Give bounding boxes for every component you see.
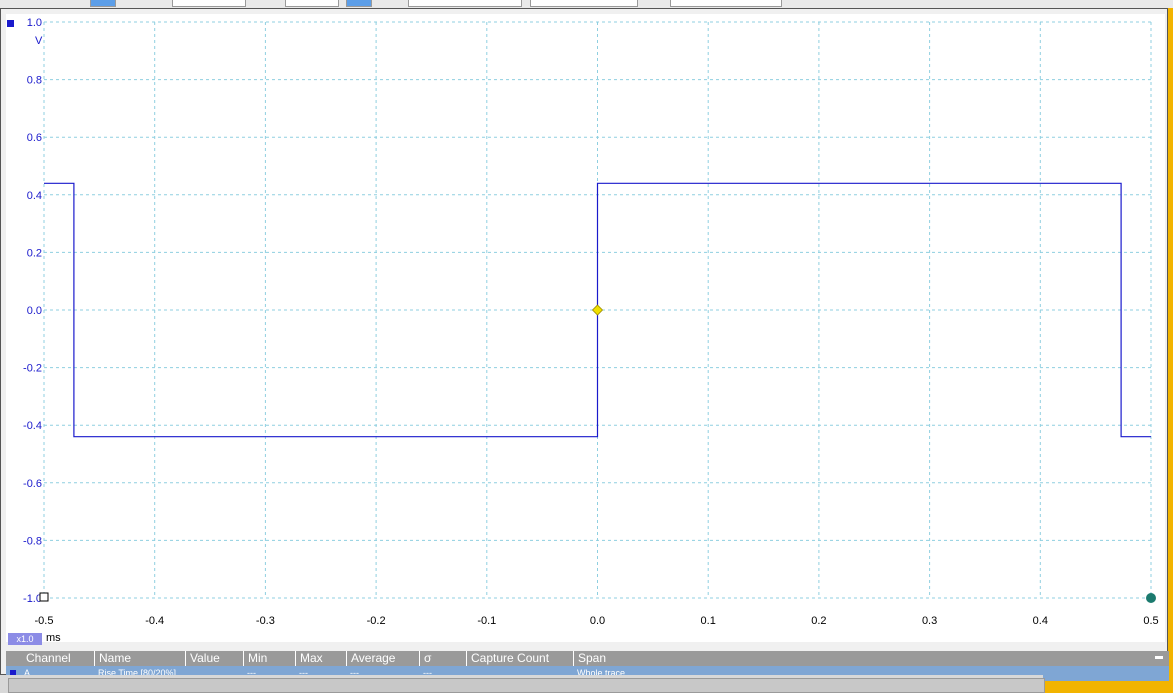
toolbar-field[interactable] bbox=[285, 0, 339, 7]
x-tick-label: -0.5 bbox=[35, 615, 54, 627]
x-tick-label: 0.1 bbox=[701, 615, 716, 627]
x-tick-label: -0.2 bbox=[367, 615, 386, 627]
y-tick-label: -1.0 bbox=[23, 593, 42, 605]
y-tick-label: -0.4 bbox=[23, 420, 42, 432]
zoom-badge[interactable]: x1.0 bbox=[8, 633, 42, 645]
x-tick-label: 0.4 bbox=[1033, 615, 1048, 627]
toolbar-button[interactable] bbox=[90, 0, 116, 7]
y-tick-label: -0.8 bbox=[23, 535, 42, 547]
col-name[interactable]: Name bbox=[94, 651, 185, 666]
x-tick-label: 0.3 bbox=[922, 615, 937, 627]
x-tick-label: -0.1 bbox=[477, 615, 496, 627]
toolbar-button[interactable] bbox=[346, 0, 372, 7]
right-ruler-handle[interactable] bbox=[1146, 593, 1156, 603]
col-average[interactable]: Average bbox=[346, 651, 419, 666]
x-tick-label: 0.0 bbox=[590, 615, 605, 627]
y-tick-label: 0.2 bbox=[27, 247, 42, 259]
col-min[interactable]: Min bbox=[243, 651, 295, 666]
x-tick-label: 0.2 bbox=[811, 615, 826, 627]
y-tick-label: 0.0 bbox=[27, 305, 42, 317]
scrollbar-track[interactable] bbox=[8, 678, 1045, 693]
toolbar bbox=[0, 0, 1173, 8]
y-tick-label: 0.4 bbox=[27, 190, 42, 202]
minimize-icon[interactable] bbox=[1155, 656, 1163, 659]
y-unit-label: V bbox=[35, 35, 43, 47]
col-value[interactable]: Value bbox=[185, 651, 243, 666]
x-tick-label: -0.3 bbox=[256, 615, 275, 627]
toolbar-field[interactable] bbox=[530, 0, 638, 7]
col-channel[interactable]: Channel bbox=[6, 651, 94, 666]
col-capture-count[interactable]: Capture Count bbox=[466, 651, 573, 666]
bottom-scrollbar[interactable] bbox=[0, 675, 1045, 693]
x-unit-label: ms bbox=[46, 632, 61, 644]
x-tick-label: -0.4 bbox=[145, 615, 164, 627]
scope-window: 1.0 0.8 0.6 0.4 0.2 0.0 -0.2 -0.4 -0.6 -0.8 -1.0 -… bbox=[0, 8, 1169, 681]
col-sigma[interactable]: σ bbox=[419, 651, 466, 666]
toolbar-field[interactable] bbox=[172, 0, 246, 7]
plot-background bbox=[6, 14, 1165, 642]
measurements-header: Channel Name Value Min Max Average σ Cap… bbox=[6, 651, 1169, 666]
scope-plot[interactable]: 1.0 0.8 0.6 0.4 0.2 0.0 -0.2 -0.4 -0.6 -0.8 -1.0 -… bbox=[1, 9, 1169, 643]
channel-a-axis-marker[interactable] bbox=[7, 20, 14, 27]
toolbar-field[interactable] bbox=[408, 0, 522, 7]
y-tick-label: 0.8 bbox=[27, 75, 42, 87]
x-tick-label: 0.5 bbox=[1143, 615, 1158, 627]
y-tick-label: 1.0 bbox=[27, 17, 42, 29]
y-tick-label: 0.6 bbox=[27, 132, 42, 144]
left-ruler-handle[interactable] bbox=[39, 592, 49, 602]
y-tick-label: -0.2 bbox=[23, 363, 42, 375]
col-max[interactable]: Max bbox=[295, 651, 346, 666]
toolbar-field[interactable] bbox=[670, 0, 782, 7]
col-span[interactable]: Span bbox=[573, 651, 1159, 666]
y-tick-label: -0.6 bbox=[23, 478, 42, 490]
